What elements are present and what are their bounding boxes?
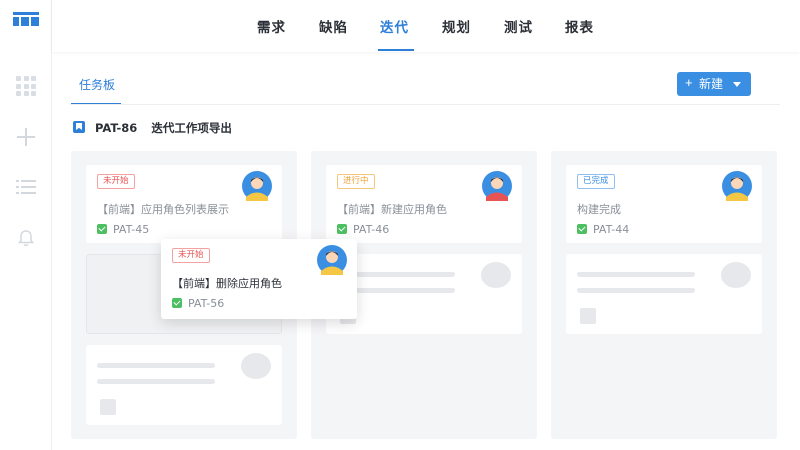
top-navigation: 需求 缺陷 迭代 规划 测试 报表 [52, 0, 800, 52]
card-id: PAT-44 [593, 223, 630, 236]
placeholder-line [97, 379, 215, 384]
left-sidebar [0, 0, 52, 450]
placeholder-card [86, 345, 282, 425]
tab-planning[interactable]: 规划 [442, 16, 471, 36]
placeholder-card [566, 254, 762, 334]
placeholder-avatar [721, 262, 751, 288]
task-card[interactable]: 未开始 【前端】应用角色列表展示 PAT-45 [86, 165, 282, 243]
card-title: 【前端】删除应用角色 [172, 277, 282, 290]
check-icon [337, 224, 347, 234]
status-badge: 已完成 [577, 174, 615, 189]
divider [70, 104, 780, 105]
task-card[interactable]: 已完成 构建完成 PAT-44 [566, 165, 762, 243]
tab-task-board[interactable]: 任务板 [79, 76, 115, 93]
card-title: 【前端】新建应用角色 [337, 203, 447, 216]
tab-iterations[interactable]: 迭代 [380, 16, 409, 36]
bookmark-icon [73, 121, 85, 133]
new-button[interactable]: + 新建 [677, 72, 751, 96]
card-title: 【前端】应用角色列表展示 [97, 203, 229, 216]
tab-requirements[interactable]: 需求 [257, 16, 286, 36]
bell-icon[interactable] [16, 228, 36, 248]
board-column-done: 已完成 构建完成 PAT-44 [551, 151, 777, 439]
card-id: PAT-46 [353, 223, 390, 236]
iteration-name: 迭代工作项导出 [151, 121, 232, 135]
placeholder-icon [580, 308, 596, 324]
placeholder-avatar [241, 353, 271, 379]
avatar [722, 171, 752, 201]
active-tab-indicator [378, 49, 414, 51]
avatar [317, 245, 347, 275]
placeholder-line [577, 272, 695, 277]
apps-grid-icon[interactable] [16, 76, 36, 96]
check-icon [577, 224, 587, 234]
card-title: 构建完成 [577, 203, 621, 216]
placeholder-avatar [481, 262, 511, 288]
check-icon [97, 224, 107, 234]
tab-reports[interactable]: 报表 [565, 16, 594, 36]
iteration-title: PAT-86 迭代工作项导出 [95, 120, 232, 136]
status-badge: 未开始 [97, 174, 135, 189]
card-id: PAT-45 [113, 223, 150, 236]
dragged-task-card[interactable]: 未开始 【前端】删除应用角色 PAT-56 [161, 239, 357, 319]
list-icon[interactable] [16, 177, 36, 197]
app-root: 需求 缺陷 迭代 规划 测试 报表 任务板 + 新建 PAT-86 迭代工作项导… [0, 0, 800, 450]
placeholder-icon [100, 399, 116, 415]
check-icon [172, 298, 182, 308]
status-badge: 未开始 [172, 248, 210, 263]
avatar [242, 171, 272, 201]
placeholder-line [97, 363, 215, 368]
task-card[interactable]: 进行中 【前端】新建应用角色 PAT-46 [326, 165, 522, 243]
app-logo[interactable] [13, 12, 39, 26]
add-icon[interactable] [16, 127, 36, 147]
new-button-label: 新建 [699, 77, 724, 91]
status-badge: 进行中 [337, 174, 375, 189]
iteration-id: PAT-86 [95, 121, 138, 135]
tab-defects[interactable]: 缺陷 [319, 16, 348, 36]
card-id: PAT-56 [188, 297, 225, 310]
tab-testing[interactable]: 测试 [504, 16, 533, 36]
avatar [482, 171, 512, 201]
chevron-down-icon[interactable] [733, 82, 741, 87]
plus-icon: + [685, 75, 693, 90]
placeholder-line [577, 288, 695, 293]
